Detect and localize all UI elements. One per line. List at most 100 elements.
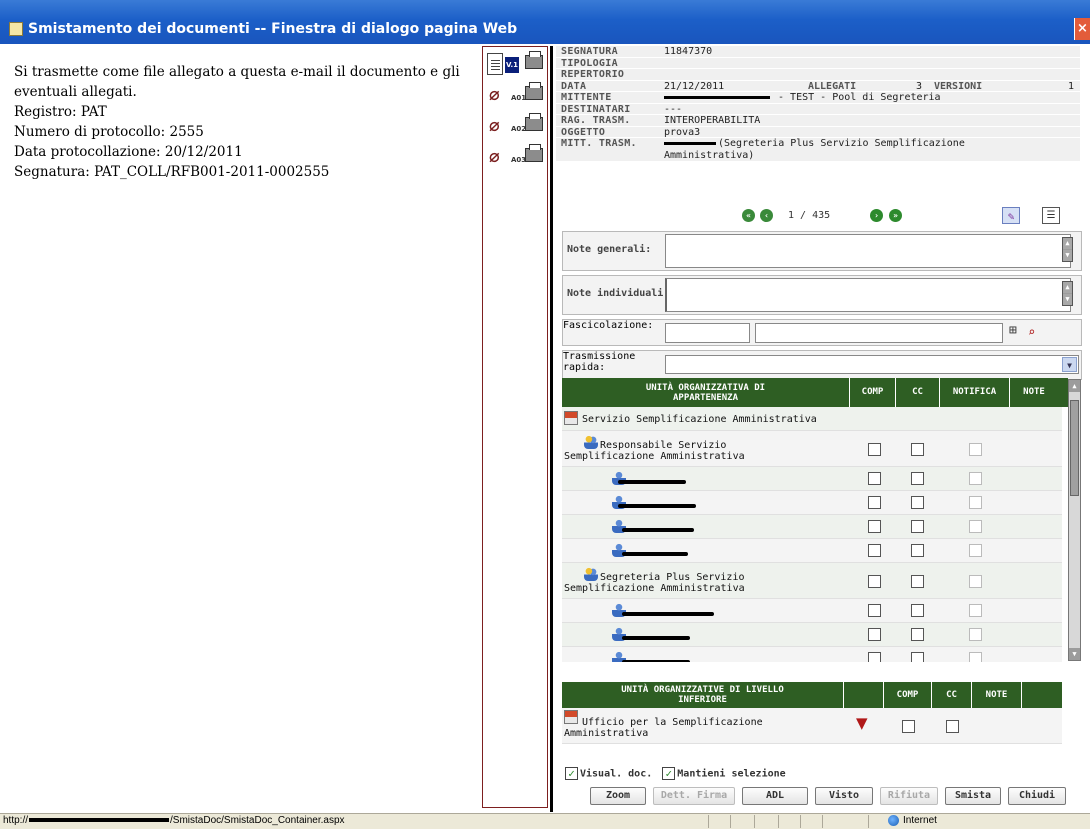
meta-key: ALLEGATI xyxy=(808,80,857,92)
sub-units-grid: UNITÀ ORGANIZZATIVE DI LIVELLO INFERIORE … xyxy=(562,682,1072,744)
cc-checkbox[interactable] xyxy=(911,575,924,588)
comp-checkbox[interactable] xyxy=(868,544,881,557)
visual-doc-checkbox[interactable]: ✓ xyxy=(565,767,578,780)
attachment-a03[interactable]: ⌀ A03 xyxy=(487,144,545,172)
comp-checkbox[interactable] xyxy=(868,604,881,617)
document-line: Si trasmette come file allegato a questa… xyxy=(14,64,460,80)
document-line: Segnatura: PAT_COLL/RFB001-2011-0002555 xyxy=(14,164,330,180)
meta-row-mitt-trasm: MITT. TRASM. (Segreteria Plus Servizio S… xyxy=(556,138,1080,162)
comp-checkbox[interactable] xyxy=(868,472,881,485)
comp-checkbox[interactable] xyxy=(868,575,881,588)
meta-key: DATA xyxy=(561,80,587,92)
redacted-name xyxy=(622,528,694,532)
scroll-down-icon[interactable]: ▼ xyxy=(1063,294,1072,305)
visto-button[interactable]: Visto xyxy=(815,787,873,805)
scroll-up-icon[interactable]: ▲ xyxy=(1063,282,1072,293)
last-record-button[interactable]: » xyxy=(889,209,902,222)
document-line: Data protocollazione: 20/12/2011 xyxy=(14,144,243,160)
document-icon[interactable] xyxy=(487,53,503,75)
paperclip-icon[interactable]: ⌀ xyxy=(489,86,509,104)
mantieni-selezione-checkbox[interactable]: ✓ xyxy=(662,767,676,780)
trasmissione-rapida-select[interactable]: ▼ xyxy=(665,355,1079,374)
smista-button[interactable]: Smista xyxy=(945,787,1001,805)
paperclip-icon[interactable]: ⌀ xyxy=(489,148,509,166)
paperclip-icon[interactable]: ⌀ xyxy=(489,117,509,135)
cc-checkbox[interactable] xyxy=(911,652,924,662)
notifica-checkbox[interactable] xyxy=(969,443,982,456)
attachment-main-document[interactable]: V.1 xyxy=(487,51,545,79)
comp-checkbox[interactable] xyxy=(902,720,915,733)
comp-checkbox[interactable] xyxy=(868,496,881,509)
printer-icon[interactable] xyxy=(525,113,543,131)
folder-tree-icon[interactable]: ⊞ xyxy=(1009,323,1025,339)
comp-checkbox[interactable] xyxy=(868,652,881,662)
fascicolazione-code-input[interactable] xyxy=(665,323,750,343)
rifiuta-button[interactable]: Rifiuta xyxy=(880,787,938,805)
comp-checkbox[interactable] xyxy=(868,443,881,456)
zoom-button[interactable]: Zoom xyxy=(590,787,646,805)
note-individuali-scrollbar[interactable]: ▲ ▼ xyxy=(1062,281,1073,306)
table-row xyxy=(562,539,1062,563)
printer-icon[interactable] xyxy=(525,51,543,69)
scroll-up-icon[interactable]: ▲ xyxy=(1069,380,1080,392)
window-close-button[interactable]: × xyxy=(1074,18,1090,40)
status-bar: http:// /SmistaDoc/SmistaDoc_Container.as… xyxy=(0,813,1090,829)
notifica-checkbox[interactable] xyxy=(969,652,982,662)
adl-button[interactable]: ADL xyxy=(742,787,808,805)
comp-checkbox[interactable] xyxy=(868,520,881,533)
notifica-checkbox[interactable] xyxy=(969,628,982,641)
comp-checkbox[interactable] xyxy=(868,628,881,641)
note-individuali-textarea[interactable] xyxy=(665,278,1071,312)
scrollbar-thumb[interactable] xyxy=(1070,400,1079,496)
search-folder-icon[interactable]: ⌕ xyxy=(1028,324,1046,340)
group-icon xyxy=(584,435,598,449)
scroll-up-icon[interactable]: ▲ xyxy=(1063,238,1072,249)
edit-checklist-icon[interactable]: ✎ xyxy=(1002,207,1020,224)
pane-divider[interactable] xyxy=(550,46,553,812)
redacted-name xyxy=(622,636,690,640)
notifica-checkbox[interactable] xyxy=(969,575,982,588)
attachment-a02[interactable]: ⌀ A02 xyxy=(487,113,545,141)
notifica-checkbox[interactable] xyxy=(969,520,982,533)
attachment-a01[interactable]: ⌀ A01 xyxy=(487,82,545,110)
chevron-down-icon[interactable]: ▼ xyxy=(1062,357,1077,372)
recipients-grid-scrollbar[interactable]: ▲ ▼ xyxy=(1068,379,1081,661)
cc-checkbox[interactable] xyxy=(911,544,924,557)
window-title: Smistamento dei documenti -- Finestra di… xyxy=(28,21,518,37)
meta-value: - TEST - Pool di Segreteria xyxy=(664,92,941,103)
dett-firma-button[interactable]: Dett. Firma xyxy=(653,787,735,805)
table-row: Ufficio per la Semplificazione Amministr… xyxy=(562,708,1062,744)
fascicolazione-description-input[interactable] xyxy=(755,323,1003,343)
note-generali-textarea[interactable] xyxy=(665,234,1071,268)
scroll-down-icon[interactable]: ▼ xyxy=(1069,648,1080,660)
column-header-text: INFERIORE xyxy=(678,695,727,705)
redacted-name xyxy=(622,660,690,662)
note-generali-scrollbar[interactable]: ▲ ▼ xyxy=(1062,237,1073,262)
previous-record-button[interactable]: ‹ xyxy=(760,209,773,222)
cc-checkbox[interactable] xyxy=(911,443,924,456)
cc-checkbox[interactable] xyxy=(911,520,924,533)
first-record-button[interactable]: « xyxy=(742,209,755,222)
cc-checkbox[interactable] xyxy=(911,604,924,617)
meta-row-repertorio: REPERTORIO xyxy=(556,69,1080,81)
notifica-checkbox[interactable] xyxy=(969,544,982,557)
notifica-checkbox[interactable] xyxy=(969,604,982,617)
cc-checkbox[interactable] xyxy=(946,720,959,733)
chiudi-button[interactable]: Chiudi xyxy=(1008,787,1066,805)
meta-row-segnatura: SEGNATURA 11847370 xyxy=(556,46,1080,58)
unit-name: Semplificazione Amministrativa xyxy=(564,451,745,462)
meta-key: RAG. TRASM. xyxy=(561,115,631,126)
notifica-checkbox[interactable] xyxy=(969,472,982,485)
printer-icon[interactable] xyxy=(525,144,543,162)
expand-down-arrow-icon[interactable]: ▼ xyxy=(856,716,868,731)
cc-checkbox[interactable] xyxy=(911,496,924,509)
printer-icon[interactable] xyxy=(525,82,543,100)
cc-checkbox[interactable] xyxy=(911,472,924,485)
notifica-checkbox[interactable] xyxy=(969,496,982,509)
meta-value: Amministrativa) xyxy=(664,150,755,161)
cc-checkbox[interactable] xyxy=(911,628,924,641)
status-separator xyxy=(730,815,731,828)
list-view-icon[interactable]: ☰ xyxy=(1042,207,1060,224)
next-record-button[interactable]: › xyxy=(870,209,883,222)
scroll-down-icon[interactable]: ▼ xyxy=(1063,250,1072,261)
